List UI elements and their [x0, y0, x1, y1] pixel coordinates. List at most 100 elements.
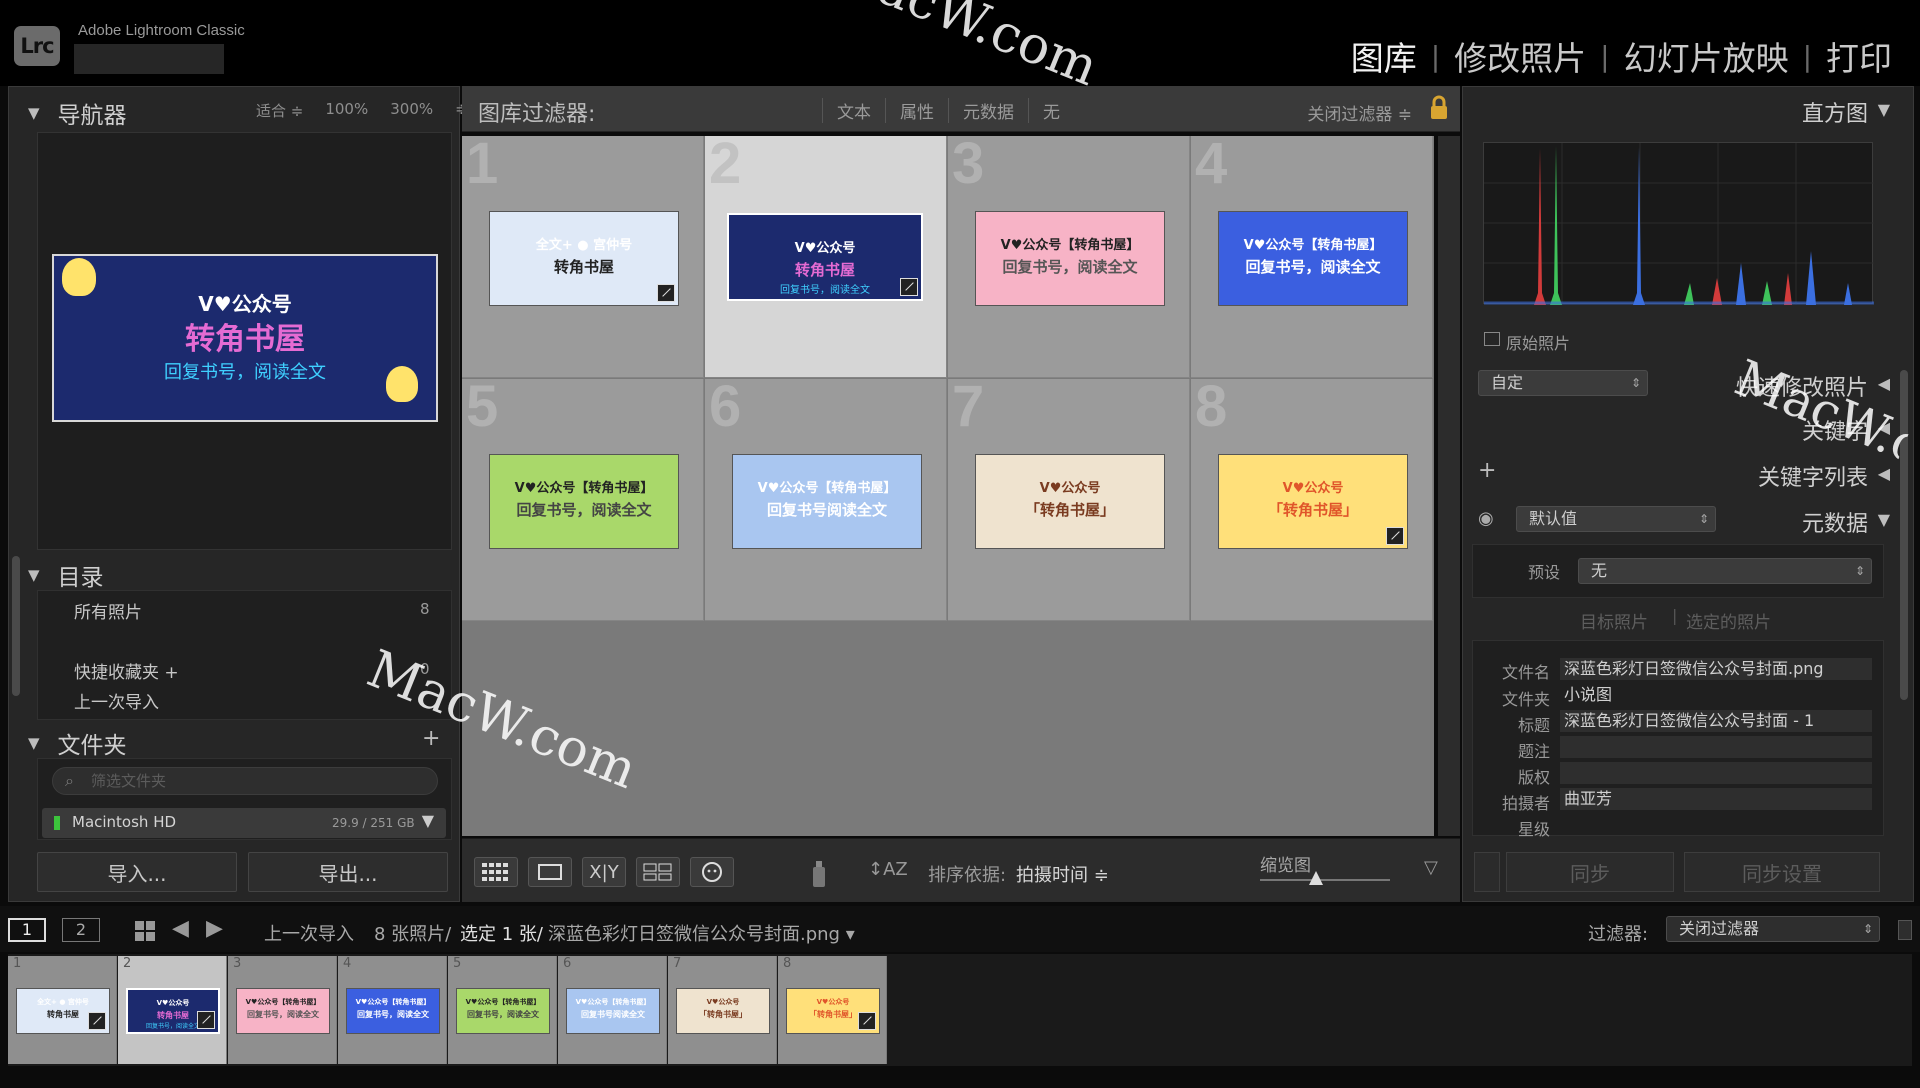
filmstrip-cell[interactable]: 4 V♥公众号【转角书屋】 回复书号，阅读全文 — [338, 956, 447, 1064]
catalog-header[interactable]: ▼ 目录 — [28, 558, 104, 592]
filmstrip-thumbnail[interactable]: V♥公众号 「转角书屋」 — [786, 988, 880, 1034]
volume-expand-icon[interactable]: ▼ — [422, 811, 434, 830]
collapse-triangle-icon[interactable]: ▼ — [1878, 510, 1890, 529]
develop-adjusted-badge-icon[interactable] — [900, 278, 918, 296]
filter-preset-select[interactable]: 关闭过滤器 ≑ — [1307, 100, 1412, 125]
photo-thumbnail[interactable]: 全文+ ● 宫仲号 转角书屋 — [489, 211, 679, 306]
add-keyword-button[interactable]: + — [1478, 458, 1496, 483]
toolbar-menu-chevron-icon[interactable]: ▽ — [1424, 857, 1438, 878]
develop-adjusted-badge-icon[interactable] — [1386, 527, 1404, 545]
module-slideshow[interactable]: 幻灯片放映 — [1610, 32, 1803, 80]
import-button[interactable]: 导入... — [37, 852, 237, 892]
grid-cell[interactable]: 4 V♥公众号【转角书屋】 回复书号，阅读全文 — [1191, 131, 1433, 378]
module-print[interactable]: 打印 — [1812, 32, 1906, 80]
grid-scrollbar[interactable] — [1438, 136, 1460, 836]
photo-thumbnail[interactable]: V♥公众号 转角书屋 回复书号，阅读全文 — [727, 213, 923, 301]
photo-thumbnail[interactable]: V♥公众号 「转角书屋」 — [1218, 454, 1408, 549]
sync-settings-button[interactable]: 同步设置 — [1684, 852, 1880, 892]
filmstrip-cell[interactable]: 8 V♥公众号 「转角书屋」 — [778, 956, 887, 1064]
filmstrip-cell[interactable]: 2 V♥公众号 转角书屋 回复书号，阅读全文 — [118, 956, 227, 1064]
keyword-list-title[interactable]: 关键字列表 — [1758, 460, 1868, 492]
grid-cell[interactable]: 5 V♥公众号【转角书屋】 回复书号，阅读全文 — [462, 374, 704, 621]
histogram-title[interactable]: 直方图 — [1802, 96, 1868, 128]
metadata-preset-select[interactable]: 默认值 ⇕ — [1516, 506, 1716, 532]
filmstrip-thumbnail[interactable]: V♥公众号【转角书屋】 回复书号，阅读全文 — [456, 988, 550, 1034]
zoom-fit[interactable]: 适合 ≑ — [256, 100, 303, 121]
filmstrip-filename[interactable]: 深蓝色彩灯日签微信公众号封面.png ▾ — [548, 920, 855, 946]
photo-thumbnail[interactable]: V♥公众号 「转角书屋」 — [975, 454, 1165, 549]
catalog-item-quick-collection[interactable]: 快捷收藏夹 + — [74, 658, 179, 683]
filmstrip-source[interactable]: 上一次导入 — [264, 920, 354, 946]
photo-thumbnail[interactable]: V♥公众号【转角书屋】 回复书号，阅读全文 — [489, 454, 679, 549]
thumbnail-size-slider[interactable] — [1260, 879, 1390, 881]
navigator-header[interactable]: ▼ 导航器 — [28, 96, 127, 130]
target-photo-tab[interactable]: 目标照片 — [1580, 608, 1648, 633]
original-photo-checkbox[interactable] — [1484, 332, 1500, 346]
filmstrip-thumbnail[interactable]: V♥公众号【转角书屋】 回复书号，阅读全文 — [346, 988, 440, 1034]
selected-photos-tab[interactable]: 选定的照片 — [1686, 608, 1771, 633]
filmstrip-cell[interactable]: 1 全文+ ● 宫仲号 转角书屋 — [8, 956, 117, 1064]
catalog-item-previous-import[interactable]: 上一次导入 — [74, 688, 159, 713]
expand-triangle-icon[interactable]: ◀ — [1878, 374, 1890, 393]
field-rating-value[interactable] — [1560, 814, 1872, 836]
secondary-display-button[interactable]: 2 — [62, 918, 100, 942]
grid-view-icon[interactable] — [134, 920, 156, 942]
sync-button[interactable]: 同步 — [1506, 852, 1674, 892]
folders-header[interactable]: ▼ 文件夹 — [28, 726, 127, 760]
module-develop[interactable]: 修改照片 — [1440, 32, 1600, 80]
primary-display-button[interactable]: 1 — [8, 918, 46, 942]
filmstrip-thumbnail[interactable]: V♥公众号 「转角书屋」 — [676, 988, 770, 1034]
expand-triangle-icon[interactable]: ◀ — [1878, 418, 1890, 437]
thumbnail-size-slider-knob[interactable] — [1309, 871, 1323, 885]
metadata-title[interactable]: 元数据 — [1802, 506, 1868, 538]
filmstrip-filter-select[interactable]: 关闭过滤器 ⇕ — [1666, 916, 1880, 942]
people-view-button[interactable] — [690, 857, 734, 887]
expand-triangle-icon[interactable]: ◀ — [1878, 464, 1890, 483]
grid-view-button[interactable] — [474, 857, 518, 887]
grid-cell[interactable]: 7 V♥公众号 「转角书屋」 — [948, 374, 1190, 621]
sort-criteria-select[interactable]: 拍摄时间 ≑ — [1016, 861, 1109, 887]
compare-view-button[interactable]: X|Y — [582, 857, 626, 887]
sort-direction-icon[interactable]: ↕AZ — [868, 859, 908, 880]
zoom-300[interactable]: 300% — [390, 100, 433, 121]
filmstrip-cell[interactable]: 6 V♥公众号【转角书屋】 回复书号阅读全文 — [558, 956, 667, 1064]
eye-icon[interactable]: ◉ — [1478, 508, 1494, 529]
field-copyright-input[interactable] — [1560, 762, 1872, 784]
filmstrip-thumbnail[interactable]: V♥公众号 转角书屋 回复书号，阅读全文 — [126, 988, 220, 1034]
filmstrip-cell[interactable]: 5 V♥公众号【转角书屋】 回复书号，阅读全文 — [448, 956, 557, 1064]
field-filename-input[interactable]: 深蓝色彩灯日签微信公众号封面.png — [1560, 658, 1872, 680]
quick-develop-title[interactable]: 快速修改照片 — [1736, 370, 1868, 402]
right-panel-scrollbar[interactable] — [1900, 370, 1908, 700]
lock-icon[interactable] — [1428, 94, 1450, 122]
left-panel-scrollbar[interactable] — [12, 556, 20, 696]
folder-search-input[interactable]: ⌕ 筛选文件夹 — [52, 767, 438, 795]
painter-spray-icon[interactable] — [808, 857, 830, 889]
develop-adjusted-badge-icon[interactable] — [657, 284, 675, 302]
keywording-title[interactable]: 关键字 — [1802, 414, 1868, 446]
grid-cell[interactable]: 3 V♥公众号【转角书屋】 回复书号，阅读全文 — [948, 131, 1190, 378]
navigator-preview-image[interactable]: V♥公众号 转角书屋 回复书号，阅读全文 — [52, 254, 438, 422]
photo-thumbnail[interactable]: V♥公众号【转角书屋】 回复书号，阅读全文 — [1218, 211, 1408, 306]
sync-toggle-switch[interactable] — [1474, 852, 1500, 892]
photo-thumbnail[interactable]: V♥公众号【转角书屋】 回复书号，阅读全文 — [975, 211, 1165, 306]
back-arrow-icon[interactable]: ◀ — [172, 916, 189, 941]
quick-develop-preset-select[interactable]: 自定 ⇕ — [1478, 370, 1648, 396]
field-caption-input[interactable] — [1560, 736, 1872, 758]
filter-tab-attribute[interactable]: 属性 — [885, 98, 948, 123]
filmstrip-thumbnail[interactable]: V♥公众号【转角书屋】 回复书号阅读全文 — [566, 988, 660, 1034]
grid-cell[interactable]: 6 V♥公众号【转角书屋】 回复书号阅读全文 — [705, 374, 947, 621]
grid-cell[interactable]: 1 全文+ ● 宫仲号 转角书屋 — [462, 131, 704, 378]
filter-tab-none[interactable]: 无 — [1028, 98, 1074, 123]
filmstrip-cell[interactable]: 7 V♥公众号 「转角书屋」 — [668, 956, 777, 1064]
filmstrip-thumbnail[interactable]: 全文+ ● 宫仲号 转角书屋 — [16, 988, 110, 1034]
field-creator-input[interactable]: 曲亚芳 — [1560, 788, 1872, 810]
survey-view-button[interactable] — [636, 857, 680, 887]
loupe-view-button[interactable] — [528, 857, 572, 887]
filter-lock-toggle[interactable] — [1898, 920, 1912, 940]
grid-cell[interactable]: 8 V♥公众号 「转角书屋」 — [1191, 374, 1433, 621]
module-library[interactable]: 图库 — [1337, 32, 1431, 80]
collapse-triangle-icon[interactable]: ▼ — [1878, 100, 1890, 119]
filmstrip-cell[interactable]: 3 V♥公众号【转角书屋】 回复书号，阅读全文 — [228, 956, 337, 1064]
export-button[interactable]: 导出... — [248, 852, 448, 892]
filter-tab-text[interactable]: 文本 — [822, 98, 885, 123]
